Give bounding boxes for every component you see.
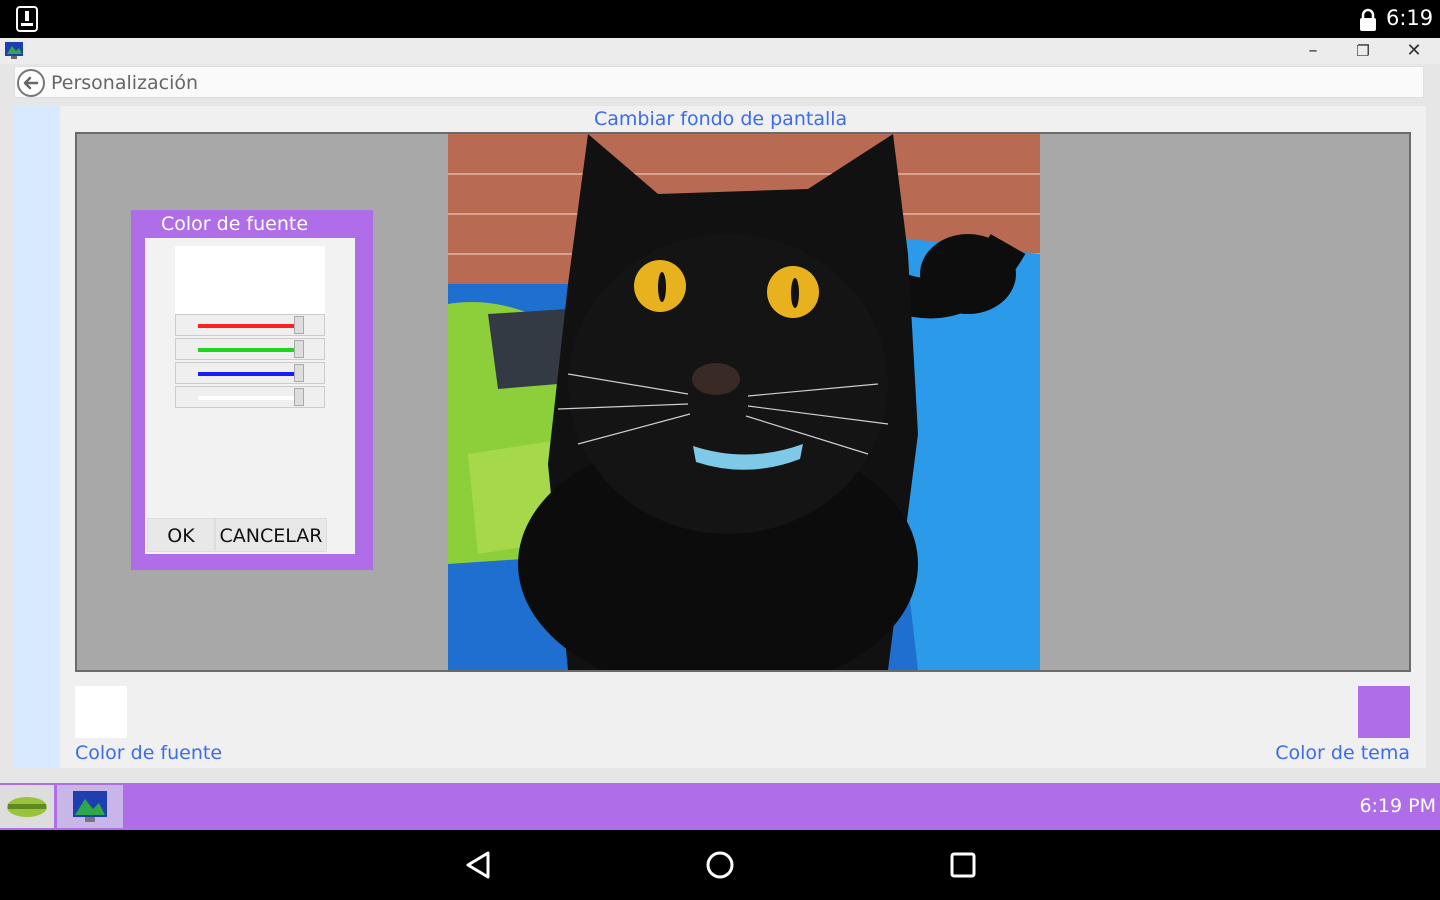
theme-color-label[interactable]: Color de tema [1275,742,1410,764]
red-slider-track [198,324,294,328]
theme-color-swatch[interactable] [1358,686,1410,738]
alpha-slider-track [198,396,294,400]
home-nav-icon[interactable] [703,848,737,882]
dialog-title: Color de fuente [161,213,309,235]
navigation-bar [0,830,1440,900]
red-slider[interactable] [175,314,325,336]
green-slider-track [198,348,294,352]
minimize-button[interactable]: – [1298,39,1328,63]
back-nav-icon[interactable] [462,848,496,882]
wallpaper-preview[interactable]: Color de fuente OK CANCELAR [75,132,1411,672]
font-color-label[interactable]: Color de fuente [75,742,222,764]
blue-slider[interactable] [175,362,325,384]
red-slider-thumb[interactable] [294,316,304,334]
app-window: – ❐ ✕ Personalización Cambiar fondo de p… [0,38,1440,783]
dialog-body: OK CANCELAR [145,238,355,554]
notification-icon [16,6,38,32]
personalization-task-icon [73,791,107,822]
alpha-slider-thumb[interactable] [294,388,304,406]
status-time: 6:19 [1386,6,1434,30]
personalization-task[interactable] [57,785,123,828]
restore-button[interactable]: ❐ [1348,39,1378,63]
ok-button[interactable]: OK [147,518,215,552]
alpha-slider[interactable] [175,386,325,408]
page-title: Personalización [51,72,199,94]
title-bar: – ❐ ✕ [0,38,1440,64]
color-preview [175,246,325,314]
back-button[interactable] [17,69,45,97]
blue-slider-track [198,372,294,376]
recents-nav-icon[interactable] [946,848,980,882]
back-arrow-icon [23,76,39,90]
taskbar-clock: 6:19 PM [1359,795,1436,817]
status-bar: 6:19 [0,0,1440,38]
start-menu-icon [7,797,47,817]
address-bar: Personalización [14,66,1424,98]
green-slider[interactable] [175,338,325,360]
change-wallpaper-link[interactable]: Cambiar fondo de pantalla [594,108,847,130]
wallpaper-image [448,134,1040,670]
green-slider-thumb[interactable] [294,340,304,358]
cancel-button[interactable]: CANCELAR [215,518,327,552]
side-strip [14,106,60,768]
start-button[interactable] [0,785,54,828]
content-area: Cambiar fondo de pantalla Color de fuent… [14,106,1426,768]
app-icon [5,42,23,59]
font-color-dialog: Color de fuente OK CANCELAR [131,210,373,570]
close-button[interactable]: ✕ [1399,39,1429,63]
font-color-swatch[interactable] [75,686,127,738]
blue-slider-thumb[interactable] [294,364,304,382]
lock-icon [1360,8,1376,31]
taskbar: 6:19 PM [0,783,1440,830]
